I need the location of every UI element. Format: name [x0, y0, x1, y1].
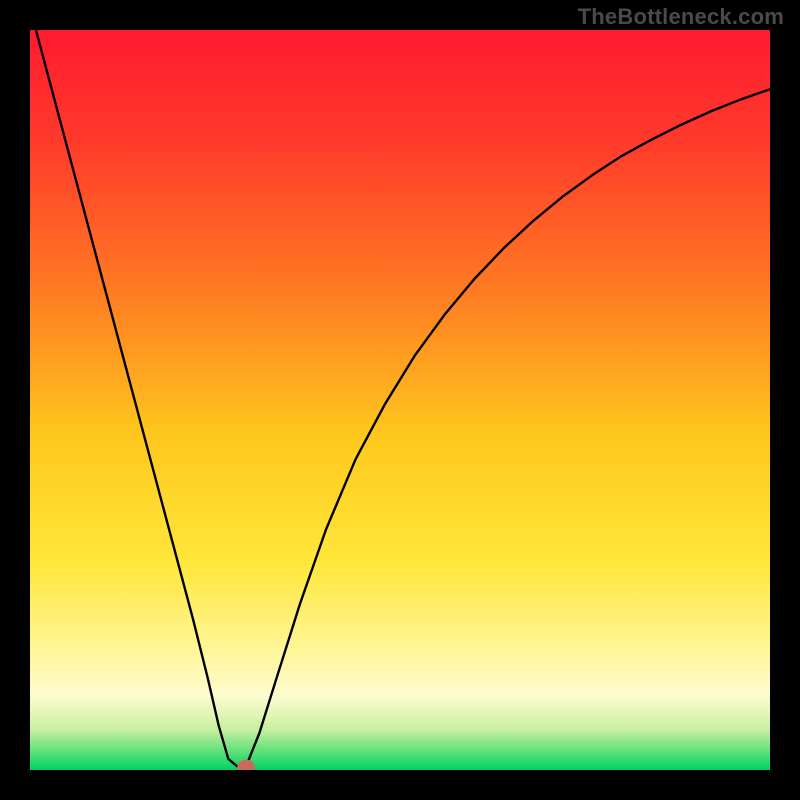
gradient-background — [30, 30, 770, 770]
chart-svg — [30, 30, 770, 770]
watermark-text: TheBottleneck.com — [578, 4, 784, 30]
chart-frame: TheBottleneck.com — [0, 0, 800, 800]
plot-area — [30, 30, 770, 770]
